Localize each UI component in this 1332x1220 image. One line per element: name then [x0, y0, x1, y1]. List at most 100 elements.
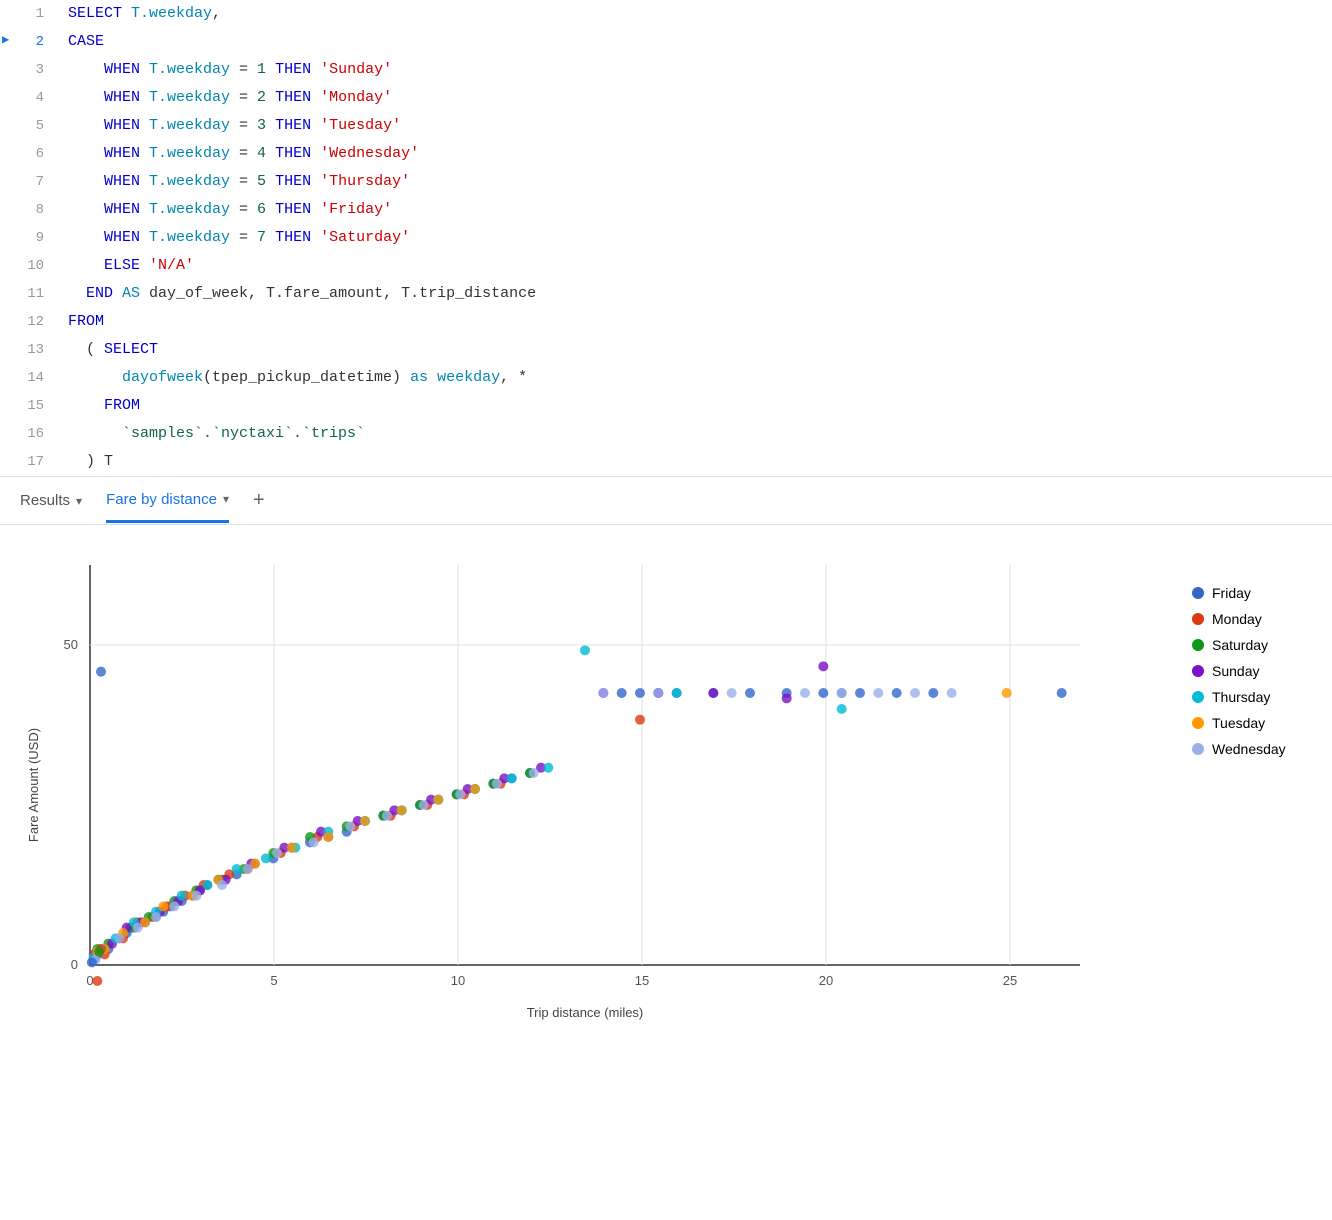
token-plain: =	[230, 117, 257, 134]
x-tick-5: 5	[270, 973, 277, 988]
data-point	[928, 688, 938, 698]
code-content-4: WHEN T.weekday = 2 THEN 'Monday'	[60, 86, 1332, 110]
line-number-1: 1	[0, 3, 60, 25]
code-line-10: 10 ELSE 'N/A'	[0, 252, 1332, 280]
code-line-11: 11 END AS day_of_week, T.fare_amount, T.…	[0, 280, 1332, 308]
data-point	[243, 864, 253, 874]
legend-label-saturday: Saturday	[1212, 637, 1268, 653]
token-str: 'Saturday'	[320, 229, 410, 246]
token-plain: =	[230, 145, 257, 162]
data-point	[818, 688, 828, 698]
token-field: weekday	[437, 369, 500, 386]
token-field: T.weekday	[149, 145, 230, 162]
x-axis-label: Trip distance (miles)	[527, 1005, 644, 1020]
code-line-6: 6 WHEN T.weekday = 4 THEN 'Wednesday'	[0, 140, 1332, 168]
token-field: T.weekday	[149, 173, 230, 190]
legend-dot-sunday	[1192, 665, 1204, 677]
code-line-4: 4 WHEN T.weekday = 2 THEN 'Monday'	[0, 84, 1332, 112]
data-point	[455, 789, 465, 799]
tab-fare-by-distance[interactable]: Fare by distance ▾	[106, 491, 229, 523]
x-tick-25: 25	[1003, 973, 1017, 988]
token-str: 'Tuesday'	[320, 117, 401, 134]
token-plain: , *	[500, 369, 527, 386]
data-point	[323, 832, 333, 842]
token-plain	[68, 369, 122, 386]
data-point	[96, 667, 106, 677]
legend-dot-tuesday	[1192, 717, 1204, 729]
data-point	[202, 880, 212, 890]
legend-item-friday: Friday	[1192, 585, 1332, 601]
data-point	[653, 688, 663, 698]
data-point	[837, 688, 847, 698]
tab-results[interactable]: Results ▾	[20, 492, 82, 521]
token-kw: WHEN	[68, 117, 149, 134]
line-number-7: 7	[0, 171, 60, 193]
code-content-10: ELSE 'N/A'	[60, 254, 1332, 278]
code-content-6: WHEN T.weekday = 4 THEN 'Wednesday'	[60, 142, 1332, 166]
legend-dot-friday	[1192, 587, 1204, 599]
line-number-4: 4	[0, 87, 60, 109]
line-number-10: 10	[0, 255, 60, 277]
code-content-1: SELECT T.weekday,	[60, 2, 1332, 26]
y-tick-50: 50	[64, 637, 78, 652]
token-plain: =	[230, 89, 257, 106]
data-point	[1002, 688, 1012, 698]
token-num: 2	[257, 89, 266, 106]
data-point	[397, 805, 407, 815]
data-point	[92, 976, 102, 986]
tab-add-button[interactable]: +	[253, 489, 265, 524]
code-content-5: WHEN T.weekday = 3 THEN 'Tuesday'	[60, 114, 1332, 138]
data-point	[727, 688, 737, 698]
line-number-17: 17	[0, 451, 60, 473]
token-kw: WHEN	[68, 229, 149, 246]
token-kw: THEN	[266, 89, 320, 106]
token-fn: dayofweek	[122, 369, 203, 386]
legend-item-tuesday: Tuesday	[1192, 715, 1332, 731]
line-number-11: 11	[0, 283, 60, 305]
line-number-13: 13	[0, 339, 60, 361]
data-point	[287, 843, 297, 853]
data-point	[635, 688, 645, 698]
data-point	[309, 837, 319, 847]
token-num: 3	[257, 117, 266, 134]
code-line-2: ▶2CASE	[0, 28, 1332, 56]
data-point	[133, 923, 143, 933]
token-plain: =	[230, 61, 257, 78]
data-point	[158, 901, 168, 911]
data-point	[470, 784, 480, 794]
token-kw: FROM	[68, 313, 104, 330]
chart-container: Fare Amount (USD) 0	[20, 545, 1172, 1030]
legend-item-monday: Monday	[1192, 611, 1332, 627]
token-kw: WHEN	[68, 89, 149, 106]
data-point	[873, 688, 883, 698]
token-kw: THEN	[266, 173, 320, 190]
token-kw: THEN	[266, 117, 320, 134]
token-plain: =	[230, 201, 257, 218]
line-number-5: 5	[0, 115, 60, 137]
token-str: 'Friday'	[320, 201, 392, 218]
data-point	[818, 661, 828, 671]
data-point	[261, 853, 271, 863]
code-content-11: END AS day_of_week, T.fare_amount, T.tri…	[60, 282, 1332, 306]
x-tick-10: 10	[451, 973, 465, 988]
code-line-7: 7 WHEN T.weekday = 5 THEN 'Thursday'	[0, 168, 1332, 196]
token-str: 'N/A'	[149, 257, 194, 274]
y-axis-label: Fare Amount (USD)	[26, 728, 41, 842]
legend-item-wednesday: Wednesday	[1192, 741, 1332, 757]
code-content-15: FROM	[60, 394, 1332, 418]
token-num: 7	[257, 229, 266, 246]
data-point	[87, 957, 97, 967]
token-as-kw: as	[410, 369, 428, 386]
code-content-9: WHEN T.weekday = 7 THEN 'Saturday'	[60, 226, 1332, 250]
active-line-arrow: ▶	[2, 31, 9, 50]
token-kw: ELSE	[68, 257, 149, 274]
token-str: 'Wednesday'	[320, 145, 419, 162]
data-point	[492, 779, 502, 789]
line-number-12: 12	[0, 311, 60, 333]
data-point	[433, 795, 443, 805]
data-point	[1057, 688, 1067, 698]
legend-item-saturday: Saturday	[1192, 637, 1332, 653]
token-num: 4	[257, 145, 266, 162]
code-content-16: `samples`.`nyctaxi`.`trips`	[60, 422, 1332, 446]
token-kw: CASE	[68, 33, 104, 50]
